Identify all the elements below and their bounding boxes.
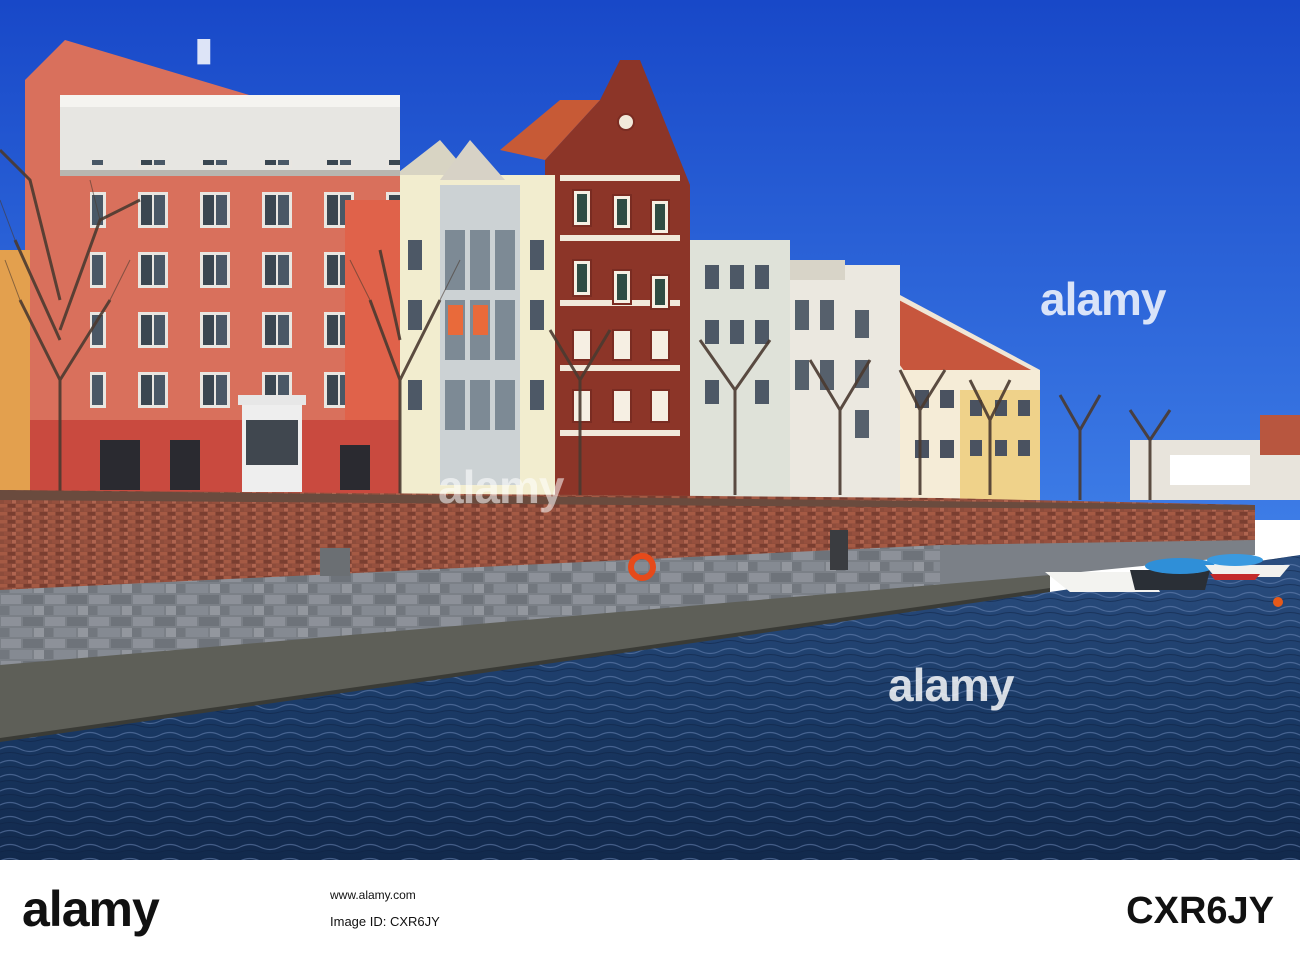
footer-logo: alamy — [22, 881, 160, 937]
watermark-text: alamy — [438, 461, 564, 513]
svg-text:▮: ▮ — [195, 31, 213, 67]
harbour-photo: ▮ — [0, 0, 1300, 860]
photo-scene: ▮ alamy alamy alamy — [0, 0, 1300, 860]
watermark-text: alamy — [888, 659, 1014, 711]
image-code: CXR6JY — [1126, 890, 1274, 932]
footer-bar: alamy Image ID: CXR6JY www.alamy.com CXR… — [0, 860, 1300, 955]
image-id-line: Image ID: CXR6JY — [330, 914, 440, 929]
watermark-text: alamy — [1040, 273, 1166, 325]
footer-url[interactable]: www.alamy.com — [330, 888, 416, 902]
